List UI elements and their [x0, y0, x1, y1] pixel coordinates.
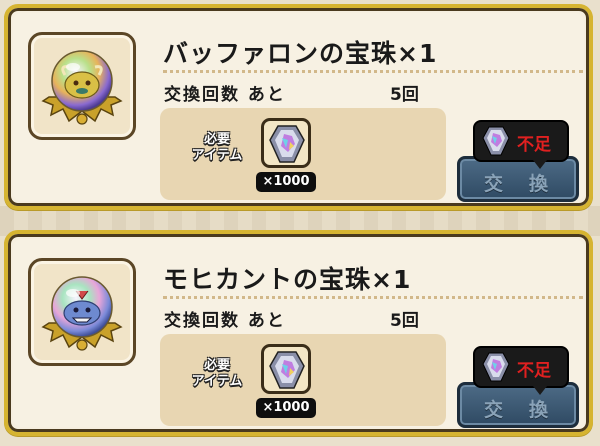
shortage-badge: 不足	[473, 346, 569, 395]
exchange-count-value: 5回	[390, 311, 419, 331]
exchange-button[interactable]: 交換	[457, 156, 579, 202]
orb-icon-frame	[28, 258, 136, 366]
divider	[163, 296, 583, 299]
crystal-icon	[269, 351, 305, 389]
required-label-line1: 必要	[203, 132, 230, 147]
exchange-button-label: 交換	[483, 173, 574, 195]
crystal-icon	[482, 352, 510, 382]
required-label-line2: アイテム	[191, 148, 243, 163]
offer-title: モヒカントの宝珠×1	[163, 265, 412, 294]
exchange-button[interactable]: 交換	[457, 382, 579, 428]
required-item-box: 必要 アイテム ×1000	[160, 334, 446, 426]
shortage-text: 不足	[517, 135, 551, 155]
exchange-button-label: 交換	[483, 399, 574, 421]
exchange-count-label: 交換回数 あと	[164, 311, 286, 331]
required-label-line2: アイテム	[191, 374, 243, 389]
mohicant-orb-icon	[41, 276, 123, 351]
crystal-icon	[269, 125, 305, 163]
buffalon-orb-icon	[41, 50, 123, 125]
required-item-label: 必要 アイテム	[182, 132, 252, 164]
required-item-label: 必要 アイテム	[182, 358, 252, 390]
required-item-tile	[261, 344, 311, 394]
required-label-line1: 必要	[203, 358, 230, 373]
shortage-text: 不足	[517, 361, 551, 381]
required-item-quantity: ×1000	[256, 172, 316, 192]
offer-card-buffalon: バッファロンの宝珠×1 交換回数 あと 5回 必要 アイテム ×1000 交換	[4, 4, 593, 210]
orb-icon-frame	[28, 32, 136, 140]
offer-card-mohicant: モヒカントの宝珠×1 交換回数 あと 5回 必要 アイテム ×1000 交換 不…	[4, 230, 593, 436]
divider	[163, 70, 583, 73]
shortage-badge: 不足	[473, 120, 569, 169]
exchange-count-label: 交換回数 あと	[164, 85, 286, 105]
exchange-count-value: 5回	[390, 85, 419, 105]
offer-title: バッファロンの宝珠×1	[163, 39, 438, 68]
crystal-icon	[482, 126, 510, 156]
required-item-tile	[261, 118, 311, 168]
required-item-box: 必要 アイテム ×1000	[160, 108, 446, 200]
required-item-quantity: ×1000	[256, 398, 316, 418]
